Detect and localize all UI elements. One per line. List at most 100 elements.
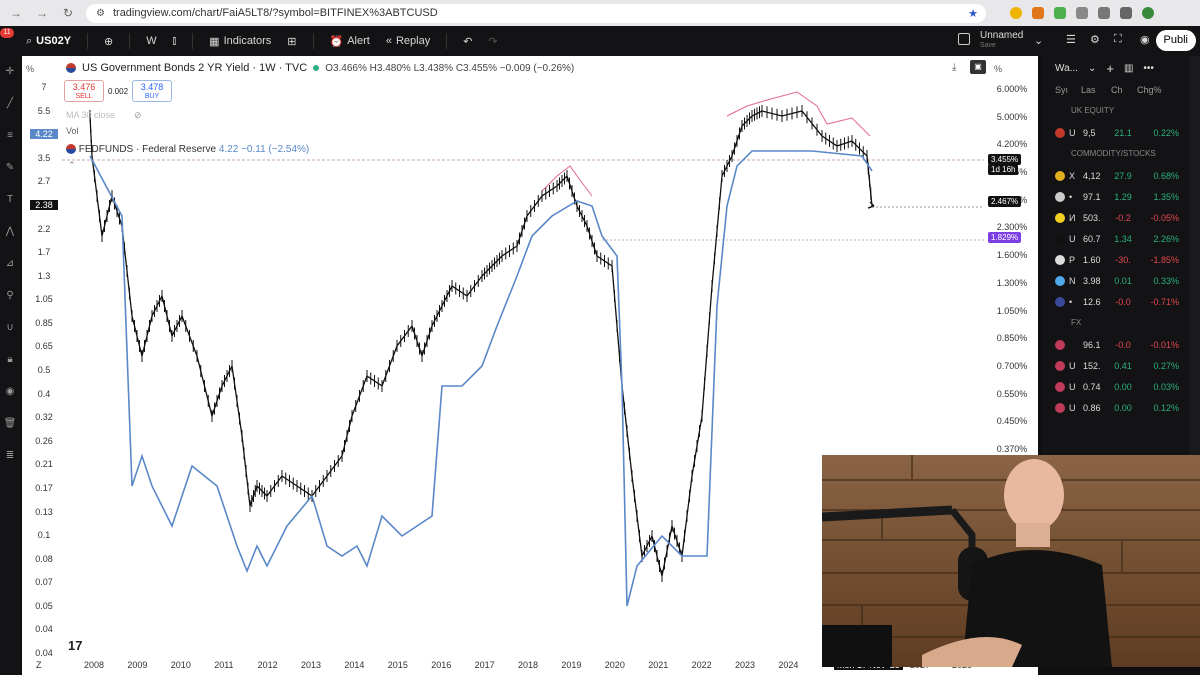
collapse-legend-icon[interactable]: ⌃ xyxy=(68,160,76,171)
forward-icon[interactable]: → xyxy=(34,6,50,20)
extensions-puzzle-icon[interactable] xyxy=(1098,7,1110,19)
symbol-logo-icon xyxy=(1055,381,1065,392)
address-bar[interactable]: ⚙ tradingview.com/chart/FaiA5LT8/?symbol… xyxy=(86,3,986,23)
indicators-icon[interactable]: ▦ xyxy=(209,35,219,48)
col-change-pct[interactable]: Chg% xyxy=(1137,85,1177,95)
row-change-pct: -0.01% xyxy=(1150,339,1179,350)
row-change-pct: 0.03% xyxy=(1153,381,1179,392)
alert-icon[interactable]: ⏰ xyxy=(330,35,344,48)
extension-icon[interactable] xyxy=(1054,7,1066,19)
candles-icon[interactable]: ⫾ xyxy=(173,35,177,48)
sidebar-icon[interactable] xyxy=(1120,7,1132,19)
watchlist-section-header[interactable]: COMMODITY/STOCKS xyxy=(1041,143,1200,165)
time-axis-tick: 2008 xyxy=(84,660,105,670)
left-axis-tick: 0.13 xyxy=(35,506,53,517)
time-axis-tick: 2014 xyxy=(344,660,365,670)
watchlist-title[interactable]: Wa... xyxy=(1055,63,1078,74)
layout-name[interactable]: Unnamed Save xyxy=(980,31,1023,51)
zoom-icon[interactable]: ⚲ xyxy=(6,290,13,301)
alert-button[interactable]: Alert xyxy=(347,35,370,47)
compare-add-icon[interactable]: ⊕ xyxy=(104,35,113,48)
trendline-icon[interactable]: ╱ xyxy=(7,98,13,109)
back-icon[interactable]: → xyxy=(8,6,24,20)
replay-icon[interactable]: « xyxy=(386,35,392,47)
camera-icon[interactable]: ◉ xyxy=(1140,33,1150,46)
layout-icon[interactable] xyxy=(958,33,970,45)
add-symbol-icon[interactable]: + xyxy=(1106,61,1114,76)
symbol-search[interactable]: US02Y xyxy=(36,35,71,47)
watchlist-row[interactable]: U 0.86 0.00 0.12% xyxy=(1041,397,1200,418)
fedfunds-legend[interactable]: FEDFUNDS · Federal Reserve 4.22 −0.11 (−… xyxy=(66,144,309,155)
watchlist-row[interactable]: • 97.1 1.29 1.35% xyxy=(1041,186,1200,207)
profile-avatar[interactable] xyxy=(1142,7,1154,19)
watchlist-row[interactable]: X 4,12 27.9 0.68% xyxy=(1041,165,1200,186)
lock-icon[interactable]: 🔒︎ xyxy=(7,354,12,365)
fullscreen-icon[interactable]: ⛶ xyxy=(1114,33,1122,46)
brush-icon[interactable]: ✎ xyxy=(6,162,14,173)
watchlist-row[interactable]: N 3.98 0.01 0.33% xyxy=(1041,270,1200,291)
measure-icon[interactable]: ⊿ xyxy=(6,258,14,269)
eye-icon[interactable]: ◉ xyxy=(6,386,15,397)
col-last[interactable]: Las xyxy=(1081,85,1111,95)
watchlist-row[interactable]: И 503. -0.2 -0.05% xyxy=(1041,207,1200,228)
extension-icon[interactable] xyxy=(1010,7,1022,19)
multi-layout-icon[interactable]: ☰ xyxy=(1066,33,1076,46)
layout-name-label: Unnamed xyxy=(980,30,1024,41)
watchlist-row[interactable]: 96.1 -0.0 -0.01% xyxy=(1041,334,1200,355)
spread-value: 0.002 xyxy=(108,86,129,96)
watchlist-row[interactable]: P 1.60 -30. -1.85% xyxy=(1041,249,1200,270)
watchlist-row[interactable]: U 60.7 1.34 2.26% xyxy=(1041,228,1200,249)
watchlist-row[interactable]: U 9,5 21.1 0.22% xyxy=(1041,122,1200,143)
left-axis-tick: 1.05 xyxy=(35,294,53,305)
left-axis-tick: 0.1 xyxy=(37,530,51,541)
templates-icon[interactable]: ⊞ xyxy=(287,35,296,48)
legend-title[interactable]: US Government Bonds 2 YR Yield · 1W · TV… xyxy=(82,62,307,74)
more-icon[interactable]: ••• xyxy=(1143,63,1154,74)
magnet-icon[interactable]: ∪ xyxy=(6,322,13,333)
left-price-axis[interactable]: 7 5.5 4.22 3.5 2.7 2.38 2.2 1.7 1.3 1.05 0.85 0.65 0… xyxy=(22,56,62,658)
col-symbol[interactable]: Syı xyxy=(1041,85,1081,95)
undo-icon[interactable]: ↶ xyxy=(463,35,472,48)
reload-icon[interactable]: ↻ xyxy=(60,6,76,20)
zoom-reset-button[interactable]: Z xyxy=(36,660,42,670)
col-change[interactable]: Ch xyxy=(1111,85,1137,95)
settings-icon[interactable]: ⚙ xyxy=(1090,33,1100,46)
watchlist-section-header[interactable]: UK EQUITY xyxy=(1041,100,1200,122)
watchlist-row[interactable]: U 152. 0.41 0.27% xyxy=(1041,355,1200,376)
watchlist-panel: Wa... ⌄ + ▥ ••• Syı Las Ch Chg% UK EQUIT… xyxy=(1041,56,1200,456)
volume-indicator-label[interactable]: Vol xyxy=(66,126,79,136)
left-axis-tick: 0.65 xyxy=(35,341,53,352)
bookmark-star-icon[interactable]: ★ xyxy=(968,7,978,20)
crosshair-icon[interactable]: ✛ xyxy=(6,66,14,77)
row-symbol: X xyxy=(1069,170,1076,181)
watchlist-row[interactable]: U 0.74 0.00 0.03% xyxy=(1041,376,1200,397)
publish-button[interactable]: Publi xyxy=(1155,30,1196,51)
scroll-down-icon[interactable]: ⤓ xyxy=(952,62,956,73)
watchlist-layout-icon[interactable]: ▥ xyxy=(1124,63,1133,74)
watchlist-section-header[interactable]: FX xyxy=(1041,312,1200,334)
sell-button[interactable]: 3.476 SELL xyxy=(64,80,104,102)
metamask-icon[interactable] xyxy=(1032,7,1044,19)
axis-settings-icon[interactable]: ▣ xyxy=(970,60,986,74)
redo-icon[interactable]: ↷ xyxy=(488,35,497,48)
indicators-button[interactable]: Indicators xyxy=(224,35,272,47)
pattern-icon[interactable]: ⋀ xyxy=(6,226,14,237)
ma-indicator-label[interactable]: MA 30 close xyxy=(66,110,115,120)
interval-button[interactable]: W xyxy=(146,35,156,47)
row-last: 97.1 xyxy=(1083,191,1101,202)
site-settings-icon[interactable]: ⚙ xyxy=(96,8,105,19)
fib-icon[interactable]: ≡ xyxy=(7,130,13,141)
text-icon[interactable]: T xyxy=(7,194,13,205)
trash-icon[interactable]: 🗑︎ xyxy=(4,418,17,429)
extension-icon[interactable] xyxy=(1076,7,1088,19)
tree-icon[interactable]: ≣ xyxy=(6,450,14,461)
ma-hidden-eye-icon[interactable]: ⊘ xyxy=(134,110,142,121)
right-axis-tick: 6.000% xyxy=(996,84,1028,94)
watchlist-dropdown-icon[interactable]: ⌄ xyxy=(1088,63,1096,74)
notification-badge[interactable]: 11 xyxy=(0,28,14,38)
layout-dropdown-icon[interactable]: ⌄ xyxy=(1034,34,1043,47)
symbol-search-icon[interactable]: ⌕ xyxy=(26,35,32,48)
buy-button[interactable]: 3.478 BUY xyxy=(132,80,173,102)
watchlist-row[interactable]: • 12.6 -0.0 -0.71% xyxy=(1041,291,1200,312)
replay-button[interactable]: Replay xyxy=(396,35,430,47)
